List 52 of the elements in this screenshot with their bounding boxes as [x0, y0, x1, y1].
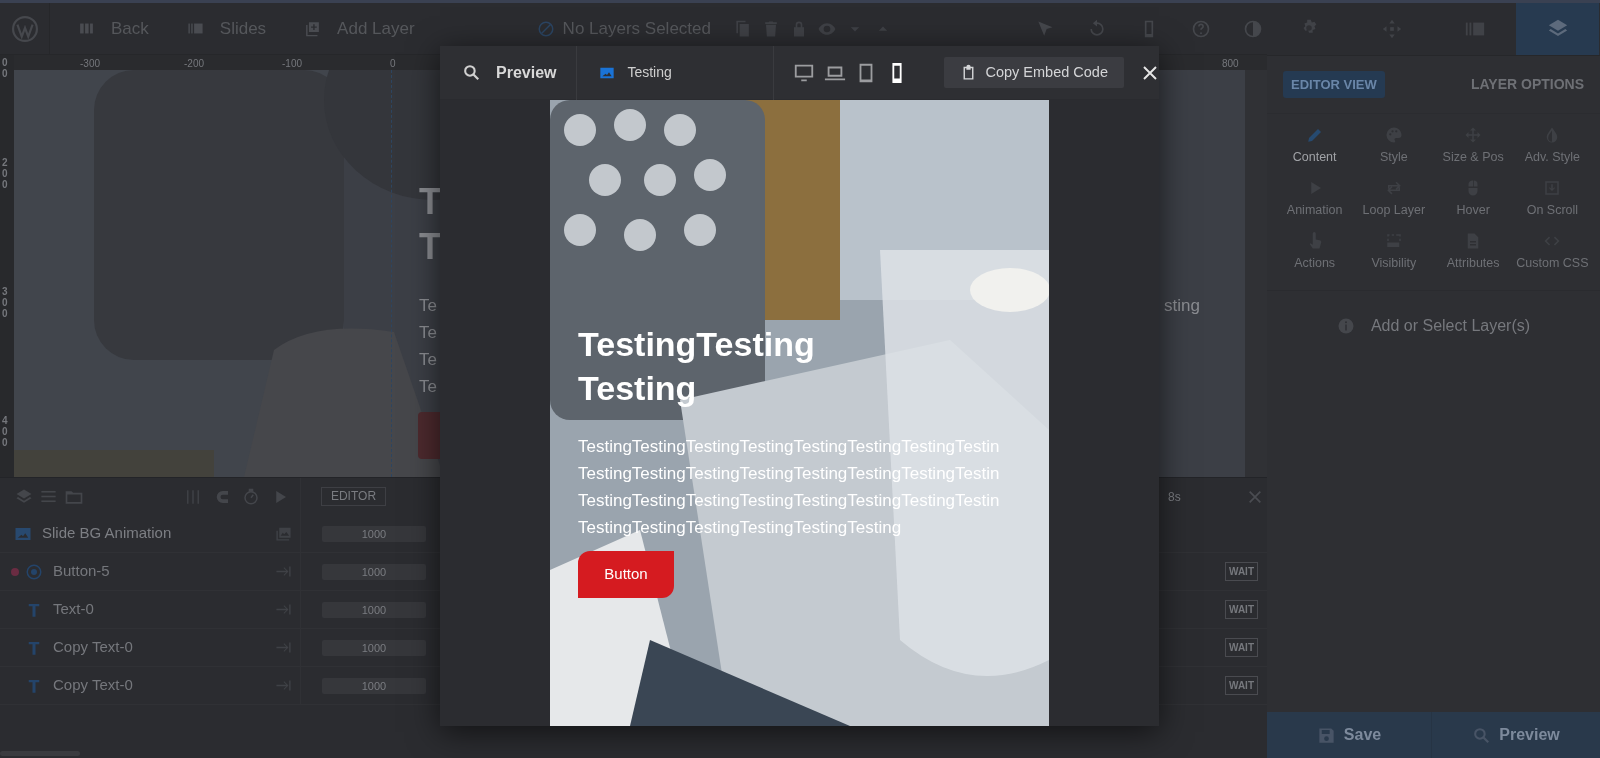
- ban-icon: [536, 19, 555, 38]
- duration-bar[interactable]: 1000: [322, 639, 426, 656]
- editor-view-button[interactable]: EDITOR VIEW: [1283, 70, 1385, 99]
- layer-row[interactable]: Copy Text-0: [0, 667, 301, 705]
- save-icon: [1316, 725, 1336, 745]
- option-tab[interactable]: Animation: [1275, 178, 1355, 220]
- duration-bar[interactable]: 1000: [322, 563, 426, 580]
- option-tab[interactable]: On Scroll: [1512, 178, 1592, 220]
- contrast-icon[interactable]: [1243, 18, 1263, 39]
- preview-button[interactable]: Preview: [1432, 712, 1600, 758]
- help-icon[interactable]: [1191, 18, 1211, 39]
- option-tab[interactable]: Adv. Style: [1512, 126, 1592, 167]
- option-tab[interactable]: Actions: [1275, 231, 1355, 273]
- wait-badge[interactable]: WAIT: [1225, 600, 1258, 619]
- time-label: 8s: [1168, 488, 1181, 506]
- search-icon: [1472, 725, 1492, 745]
- layer-row[interactable]: Copy Text-0: [0, 629, 301, 667]
- layer-name[interactable]: Text-0: [53, 598, 94, 621]
- option-tab[interactable]: Size & Pos: [1433, 126, 1513, 167]
- layer-name[interactable]: Button-5: [53, 560, 110, 583]
- wait-badge[interactable]: WAIT: [1225, 676, 1258, 695]
- duration-bar[interactable]: 1000: [322, 677, 426, 694]
- option-tab[interactable]: Attributes: [1433, 231, 1513, 273]
- pencil-icon: [1305, 126, 1324, 144]
- option-tab[interactable]: Style: [1354, 126, 1434, 167]
- stopwatch-icon[interactable]: [242, 487, 260, 506]
- layer-options-tab[interactable]: LAYER OPTIONS: [1470, 74, 1584, 95]
- editor-button[interactable]: EDITOR: [321, 487, 386, 506]
- layer-name[interactable]: Copy Text-0: [53, 674, 133, 697]
- option-tab[interactable]: Content: [1275, 126, 1355, 167]
- add-layer-icon: [304, 20, 322, 37]
- info-icon: [1336, 317, 1355, 336]
- wait-badge[interactable]: WAIT: [1225, 562, 1258, 581]
- target-icon: [25, 562, 43, 581]
- wait-badge[interactable]: WAIT: [1225, 638, 1258, 657]
- duration-bar[interactable]: 1000: [322, 525, 426, 542]
- option-tab[interactable]: Hover: [1433, 178, 1513, 220]
- undo-icon[interactable]: [1087, 18, 1107, 39]
- empty-message: Add or Select Layer(s): [1370, 316, 1531, 337]
- panel-tab[interactable]: [1516, 3, 1599, 55]
- option-tab[interactable]: Visibility: [1354, 231, 1434, 273]
- layer-row[interactable]: Text-0: [0, 591, 301, 629]
- option-tab[interactable]: Custom CSS: [1512, 231, 1592, 273]
- layer-row[interactable]: Slide BG Animation: [0, 515, 301, 553]
- slide-button[interactable]: Button: [578, 551, 674, 598]
- move-icon: [1380, 18, 1403, 40]
- layer-name[interactable]: Copy Text-0: [53, 636, 133, 659]
- duration-bar[interactable]: 1000: [322, 601, 426, 618]
- wordpress-logo-icon[interactable]: [11, 15, 38, 42]
- save-button[interactable]: Save: [1267, 712, 1432, 758]
- layer-name[interactable]: Slide BG Animation: [42, 522, 172, 545]
- option-tab[interactable]: Loop Layer: [1354, 178, 1434, 220]
